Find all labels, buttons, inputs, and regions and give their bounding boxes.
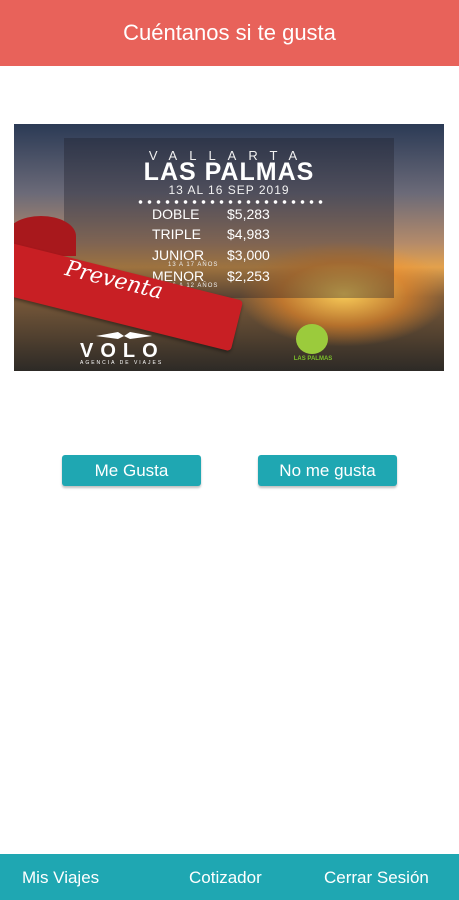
hotel-logo: LAS PALMAS <box>278 324 348 366</box>
price-value: $4,983 <box>227 226 270 242</box>
price-value: $5,283 <box>227 206 270 222</box>
nav-item-mis-viajes[interactable]: Mis Viajes <box>22 868 99 888</box>
promo-banner: VALLARTA LAS PALMAS 13 AL 16 SEP 2019 DO… <box>14 124 444 371</box>
bottom-nav: Mis Viajes Cotizador Cerrar Sesión <box>0 854 459 900</box>
agency-tagline: AGENCIA DE VIAJES <box>80 360 164 366</box>
price-value: $2,253 <box>227 268 270 284</box>
app-header: Cuéntanos si te gusta <box>0 0 459 66</box>
dislike-button[interactable]: No me gusta <box>258 455 397 486</box>
dotted-divider <box>136 199 324 205</box>
page-title: Cuéntanos si te gusta <box>123 20 336 45</box>
nav-item-cotizador[interactable]: Cotizador <box>189 868 262 888</box>
hotel-logo-text: LAS PALMAS <box>293 356 333 362</box>
volo-logo: VOLO AGENCIA DE VIAJES <box>76 330 186 366</box>
price-row-junior: JUNIOR $3,000 13 A 17 AÑOS <box>152 247 312 268</box>
price-label: DOBLE <box>152 206 200 222</box>
like-button[interactable]: Me Gusta <box>62 455 201 486</box>
travel-dates: 13 AL 16 SEP 2019 <box>168 183 290 197</box>
nav-item-cerrar-sesion[interactable]: Cerrar Sesión <box>324 868 429 888</box>
price-row-triple: TRIPLE $4,983 <box>152 226 312 246</box>
palm-tree-icon <box>296 324 328 354</box>
price-value: $3,000 <box>227 247 270 263</box>
price-row-doble: DOBLE $5,283 <box>152 206 312 226</box>
price-label: TRIPLE <box>152 226 202 242</box>
price-label: JUNIOR <box>152 247 205 263</box>
